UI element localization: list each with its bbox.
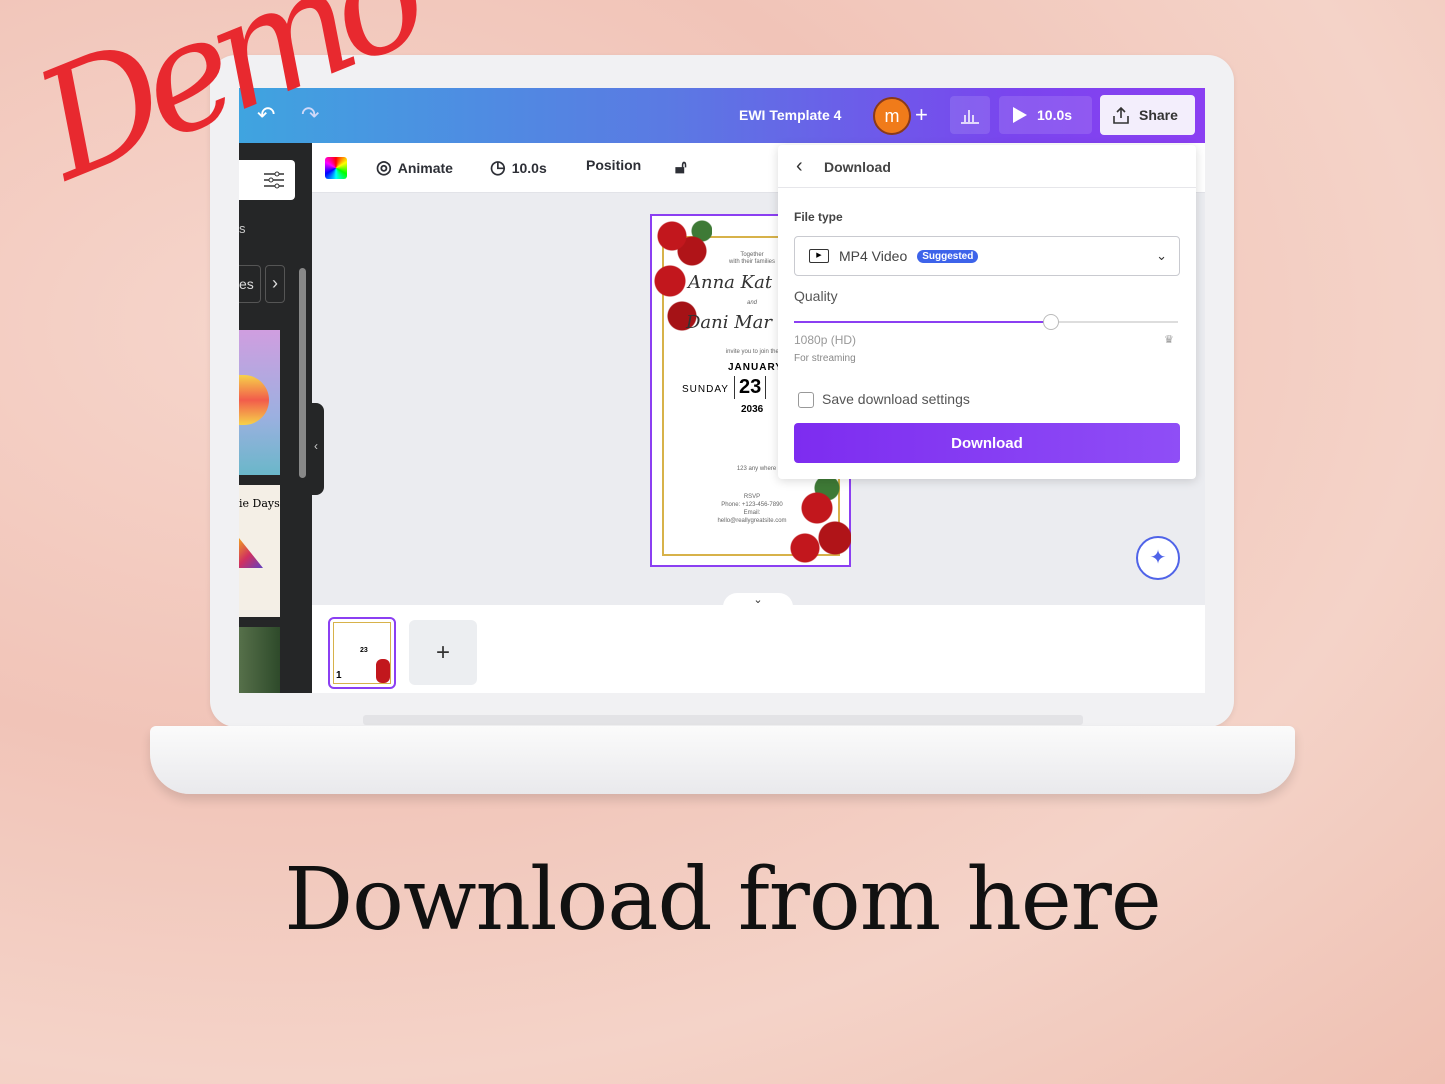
year: 2036 xyxy=(741,404,764,415)
top-bar: ↶ ↷ EWI Template 4 m + 10.0s Share xyxy=(239,88,1205,143)
invite-text: Phone: +123-456-7890 xyxy=(721,502,783,508)
panel-title: Download xyxy=(824,159,891,175)
avatar[interactable]: m xyxy=(873,97,911,135)
position-label: Position xyxy=(586,157,642,173)
template-thumbnail[interactable] xyxy=(239,330,280,475)
caption-heading: Download from here xyxy=(284,850,1162,950)
next-category-button[interactable]: › xyxy=(265,265,285,303)
section-label: s xyxy=(239,221,246,236)
lock-icon[interactable]: 🔓︎ xyxy=(675,157,687,178)
suggested-badge: Suggested xyxy=(917,249,979,263)
share-button[interactable]: Share xyxy=(1100,95,1195,135)
sliders-icon xyxy=(264,171,284,189)
quality-note: For streaming xyxy=(794,353,856,364)
download-button[interactable]: Download xyxy=(794,423,1180,463)
add-collaborator-button[interactable]: + xyxy=(915,102,928,128)
duration-button[interactable]: ◷ 10.0s xyxy=(490,157,547,178)
chevron-down-icon: ⌄ xyxy=(1156,248,1167,263)
laptop-hinge xyxy=(363,715,1083,725)
editor-screen: ↶ ↷ EWI Template 4 m + 10.0s Share ◎ Anim… xyxy=(239,88,1205,693)
magic-assistant-button[interactable]: ✦ xyxy=(1136,536,1180,580)
filter-button[interactable] xyxy=(239,160,295,200)
file-type-label: File type xyxy=(794,210,843,224)
add-page-button[interactable]: + xyxy=(409,620,477,685)
back-button[interactable]: ‹ xyxy=(796,155,803,178)
invite-text: RSVP xyxy=(743,494,761,500)
insights-button[interactable] xyxy=(950,96,990,134)
page-thumbnail[interactable]: 1 23 xyxy=(328,617,396,689)
invite-text: hello@reallygreatsite.com xyxy=(717,518,787,524)
color-picker-button[interactable] xyxy=(325,157,347,179)
scrollbar[interactable] xyxy=(299,268,306,478)
bar-chart-icon xyxy=(961,110,979,124)
position-button[interactable]: Position xyxy=(586,157,641,173)
template-title: ie Days xyxy=(239,497,280,510)
file-type-select[interactable]: ▶ MP4 Video Suggested ⌄ xyxy=(794,236,1180,276)
quality-label: Quality xyxy=(794,288,838,304)
template-thumbnail[interactable] xyxy=(239,627,280,693)
name-1: Anna Kat xyxy=(688,272,773,293)
month: JANUARY xyxy=(728,362,783,373)
animate-button[interactable]: ◎ Animate xyxy=(376,157,453,178)
category-tab[interactable]: es xyxy=(239,265,261,303)
name-2: Dani Mar xyxy=(686,312,773,333)
side-panel: s es › ie Days ‹ xyxy=(239,143,324,693)
collapse-panel-button[interactable]: ‹ xyxy=(312,403,324,495)
slider-handle[interactable] xyxy=(1043,314,1060,330)
laptop-base xyxy=(150,726,1295,794)
divider xyxy=(778,187,1196,188)
page-number: 1 xyxy=(336,670,342,681)
save-settings-label: Save download settings xyxy=(822,391,970,407)
save-settings-checkbox[interactable] xyxy=(798,392,814,408)
duration-label: 10.0s xyxy=(511,159,547,176)
weekday: SUNDAY xyxy=(682,384,729,395)
share-label: Share xyxy=(1139,107,1178,123)
file-type-value: MP4 Video xyxy=(839,248,908,264)
animate-icon: ◎ xyxy=(376,157,392,177)
document-title[interactable]: EWI Template 4 xyxy=(739,107,841,123)
sparkle-icon: ✦ xyxy=(1149,547,1167,569)
thumb-day: 23 xyxy=(360,647,368,654)
play-duration: 10.0s xyxy=(1037,107,1073,123)
invite-text: Email: xyxy=(743,510,761,516)
upload-icon xyxy=(1113,106,1129,124)
animate-label: Animate xyxy=(397,159,453,176)
play-button[interactable]: 10.0s xyxy=(999,96,1092,134)
clock-icon: ◷ xyxy=(490,157,506,177)
day: 23 xyxy=(734,376,767,399)
download-panel: ‹ Download File type ▶ MP4 Video Suggest… xyxy=(778,145,1196,479)
play-icon xyxy=(1013,107,1027,123)
crown-icon: ♛ xyxy=(1164,334,1174,346)
quality-value: 1080p (HD) xyxy=(794,333,857,347)
template-thumbnail[interactable]: ie Days xyxy=(239,485,280,617)
quality-slider[interactable] xyxy=(794,314,1178,330)
pages-strip: 1 23 + xyxy=(312,605,1205,693)
video-icon: ▶ xyxy=(809,249,829,263)
